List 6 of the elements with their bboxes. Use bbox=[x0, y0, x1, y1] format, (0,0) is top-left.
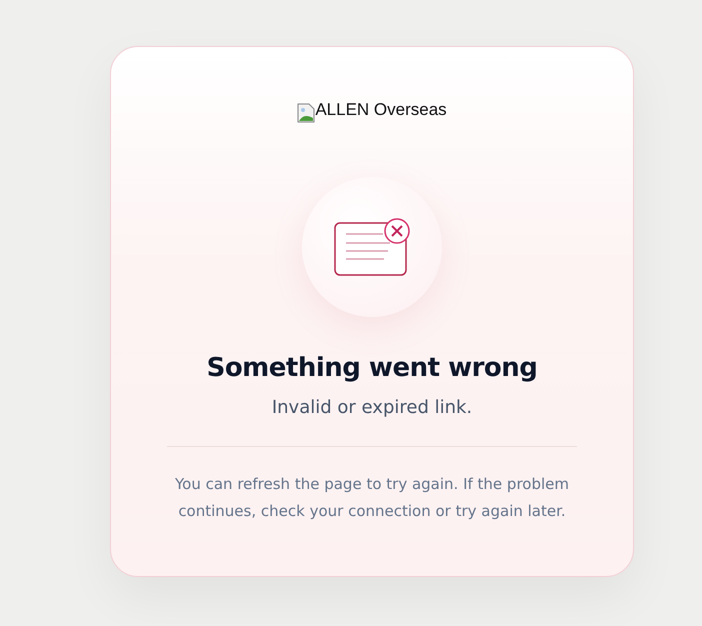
error-title: Something went wrong bbox=[206, 353, 538, 383]
logo-alt-text: ALLEN Overseas bbox=[315, 103, 447, 117]
help-text: You can refresh the page to try again. If the problem continues, check your connection or try again later. bbox=[174, 474, 570, 522]
broken-image-icon bbox=[297, 103, 316, 123]
document-error-icon bbox=[333, 217, 411, 277]
error-message: Invalid or expired link. bbox=[272, 397, 472, 418]
